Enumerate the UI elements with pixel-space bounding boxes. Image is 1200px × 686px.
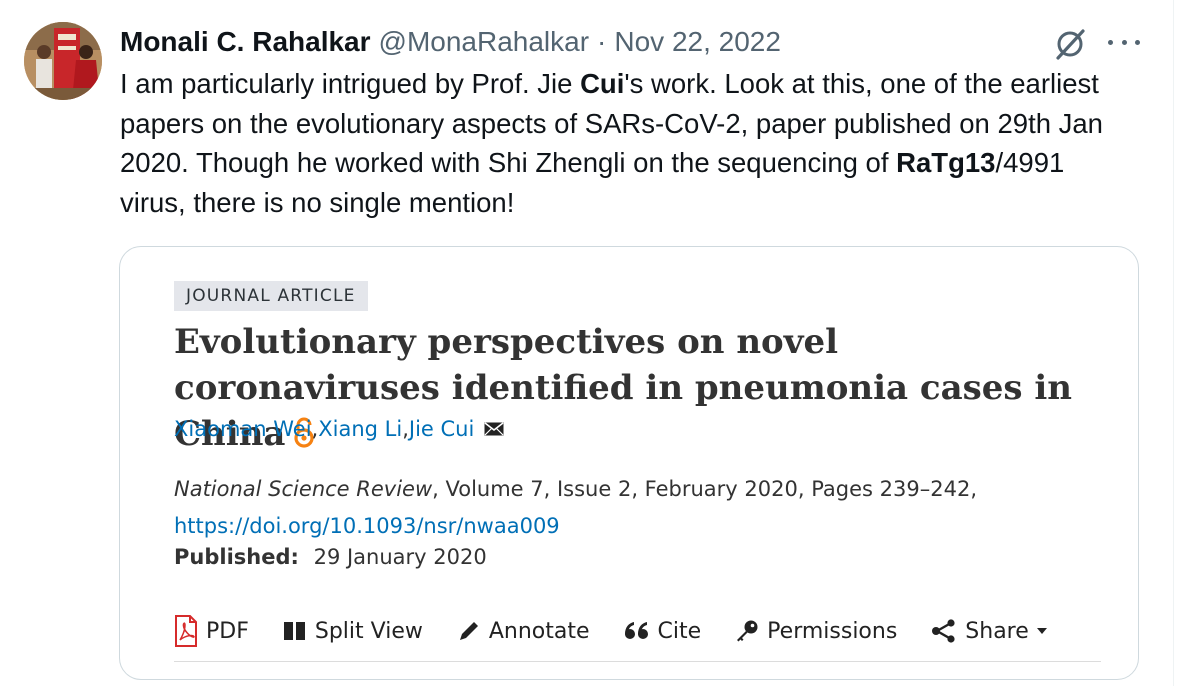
author-separator: , — [402, 417, 409, 441]
grok-icon[interactable] — [1052, 26, 1088, 62]
author-handle[interactable]: @MonaRahalkar — [379, 26, 590, 58]
published-label: Published: — [174, 545, 299, 569]
annotate-button[interactable]: Annotate — [457, 619, 590, 644]
article-type-badge: JOURNAL ARTICLE — [174, 281, 368, 311]
pencil-icon — [459, 622, 478, 640]
author-link[interactable]: Jie Cui — [409, 417, 474, 441]
avatar-photo — [24, 22, 102, 100]
author-link[interactable]: Xiaoman Wei — [174, 417, 312, 441]
separator-dot: · — [597, 26, 607, 57]
article-toolbar: PDF Split View Annotate Cite Permissions… — [174, 611, 1057, 651]
more-dot — [1135, 39, 1140, 45]
split-view-button[interactable]: Split View — [283, 619, 423, 644]
hashtag-cui[interactable]: Cui — [580, 68, 624, 99]
more-dot — [1121, 39, 1127, 45]
key-icon — [737, 620, 758, 642]
share-icon — [932, 619, 955, 643]
permissions-button[interactable]: Permissions — [735, 619, 897, 644]
journal-name: National Science Review — [174, 477, 433, 501]
cite-button[interactable]: Cite — [624, 618, 702, 644]
published-date: 29 January 2020 — [313, 545, 487, 569]
more-icon[interactable] — [1108, 32, 1140, 52]
author-separator: , — [311, 417, 319, 441]
toolbar-divider — [174, 661, 1101, 662]
citation: National Science Review, Volume 7, Issue… — [174, 471, 1114, 545]
author-list: Xiaoman Wei, Xiang Li, Jie Cui — [174, 417, 504, 441]
quote-icon — [624, 622, 648, 639]
cite-label: Cite — [657, 618, 702, 644]
share-label: Share — [965, 618, 1029, 644]
tweet-header: Monali C. Rahalkar @MonaRahalkar · Nov 2… — [120, 24, 781, 60]
annotate-label: Annotate — [488, 618, 590, 644]
author-name[interactable]: Monali C. Rahalkar — [120, 26, 371, 58]
caret-down-icon — [1036, 628, 1047, 634]
published-date-row: Published: 29 January 2020 — [174, 545, 487, 569]
permissions-label: Permissions — [767, 618, 898, 644]
author-link[interactable]: Xiang Li — [318, 417, 402, 441]
share-dropdown[interactable]: Share — [931, 619, 1057, 644]
embedded-image-card[interactable]: JOURNAL ARTICLE Evolutionary perspective… — [119, 246, 1139, 680]
more-dot — [1108, 39, 1113, 45]
pdf-button[interactable]: PDF — [174, 615, 249, 647]
timeline-border — [1173, 0, 1174, 686]
doi-link[interactable]: https://doi.org/10.1093/nsr/nwaa009 — [174, 514, 560, 538]
tweet-text-part: I am particularly intrigued by Prof. Jie — [120, 68, 581, 99]
tweet-date[interactable]: Nov 22, 2022 — [614, 26, 781, 58]
hashtag-ratg13[interactable]: RaTg13 — [896, 147, 995, 178]
citation-details: , Volume 7, Issue 2, February 2020, Page… — [432, 477, 977, 501]
split-view-label: Split View — [314, 618, 423, 644]
tweet-text: I am particularly intrigued by Prof. Jie… — [120, 64, 1130, 222]
split-view-icon — [283, 622, 305, 640]
pdf-label: PDF — [206, 618, 249, 644]
avatar[interactable] — [24, 22, 102, 100]
pdf-icon — [175, 615, 197, 647]
mail-icon[interactable] — [484, 417, 504, 441]
